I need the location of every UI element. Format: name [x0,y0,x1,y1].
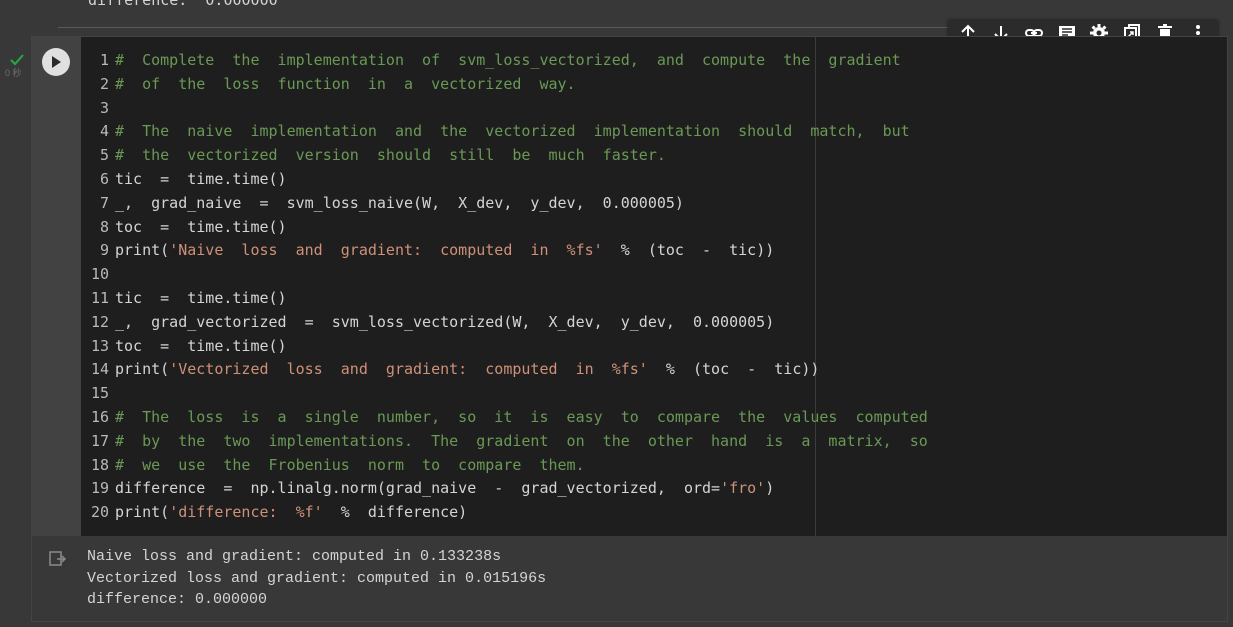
output-line: Naive loss and gradient: computed in 0.1… [87,548,502,565]
line-number: 9 [99,241,109,260]
cell-divider [58,27,950,28]
line-source: difference = np.linalg.norm(grad_naive -… [115,477,774,501]
line-source: # the vectorized version should still be… [115,144,666,168]
run-cell-button[interactable] [42,48,70,76]
line-number: 2 [99,74,109,93]
output-line: Vectorized loss and gradient: computed i… [87,569,547,587]
line-source: tic = time.time() [115,287,287,311]
code-lines: 1 # Complete the implementation of svm_lo… [81,49,928,525]
code-token: _, grad_vectorized = svm_loss_vectorized… [115,312,775,331]
code-editor[interactable]: 1 # Complete the implementation of svm_lo… [81,37,1227,536]
line-number: 20 [90,503,109,522]
code-token: print( [115,360,170,379]
line-source: tic = time.time() [115,168,287,192]
code-line: 12 _, grad_vectorized = svm_loss_vectoriz… [81,311,928,335]
code-token: # Complete the implementation of svm_los… [115,51,901,69]
code-token: % difference) [322,503,468,522]
previous-output-text: difference: 0.000000 [88,0,278,9]
code-line: 18 # we use the Frobenius norm to compare… [81,454,928,478]
code-cell[interactable]: 1 # Complete the implementation of svm_lo… [31,36,1228,622]
code-token: # we use the Frobenius norm to compare t… [115,455,585,474]
line-source: print('Vectorized loss and gradient: com… [115,358,819,382]
code-token: toc = time.time() [115,336,287,355]
code-line: 19 difference = np.linalg.norm(grad_naive… [81,477,928,501]
code-line: 6 tic = time.time() [81,168,928,192]
code-line: 15 [81,382,928,406]
code-line: 17 # by the two implementations. The grad… [81,430,928,454]
code-token: toc = time.time() [115,217,287,236]
execution-time: 0 秒 [5,68,22,78]
line-number: 18 [90,455,109,474]
code-token: tic = time.time() [115,169,287,188]
code-line: 1 # Complete the implementation of svm_lo… [81,49,928,73]
line-source: toc = time.time() [115,216,287,240]
line-source: # Complete the implementation of svm_los… [115,49,901,73]
line-source: # we use the Frobenius norm to compare t… [115,454,585,478]
line-number: 5 [99,146,109,165]
code-token: % (toc - tic)) [647,360,820,379]
line-number: 4 [99,122,109,141]
line-number: 6 [99,169,109,188]
line-number: 12 [90,312,109,331]
line-number: 3 [99,98,109,117]
cell-gutter [32,37,81,536]
line-number: 19 [90,479,109,498]
code-token: ) [765,479,775,498]
code-token: 'difference: %f' [169,503,323,522]
code-token: 'fro' [720,479,766,498]
code-line: 8 toc = time.time() [81,216,928,240]
code-token: print( [115,503,170,522]
line-number: 10 [90,265,109,284]
code-line: 4 # The naive implementation and the vect… [81,120,928,144]
code-line: 9 print('Naive loss and gradient: compute… [81,239,928,263]
line-number: 7 [99,193,109,212]
code-token: # the vectorized version should still be… [115,146,666,165]
code-token: % (toc - tic)) [602,241,775,260]
line-source: # The naive implementation and the vecto… [115,120,910,144]
output-line: difference: 0.000000 [87,591,268,608]
play-icon [52,56,61,68]
code-token: # The naive implementation and the vecto… [115,122,910,141]
code-line: 20 print('difference: %f' % difference) [81,501,928,525]
code-token: # by the two implementations. The gradie… [115,431,928,450]
line-number: 8 [99,217,109,236]
line-source: # The loss is a single number, so it is … [115,406,928,430]
cell-output: Naive loss and gradient: computed in 0.1… [32,536,1227,621]
code-token: _, grad_naive = svm_loss_naive(W, X_dev,… [115,193,684,212]
code-token: print( [115,241,170,260]
code-line: 14 print('Vectorized loss and gradient: c… [81,358,928,382]
code-token: 'Naive loss and gradient: computed in %f… [169,241,603,260]
code-line: 11 tic = time.time() [81,287,928,311]
code-line: 10 [81,263,928,287]
code-line: 7 _, grad_naive = svm_loss_naive(W, X_dev… [81,192,928,216]
line-number: 11 [90,288,109,307]
line-source: print('Naive loss and gradient: computed… [115,239,774,263]
code-token: 'Vectorized loss and gradient: computed … [169,360,648,379]
line-number: 15 [90,384,109,403]
code-line: 3 [81,97,928,121]
line-source: _, grad_naive = svm_loss_naive(W, X_dev,… [115,192,684,216]
line-number: 13 [90,336,109,355]
code-line: 13 toc = time.time() [81,335,928,359]
code-line: 16 # The loss is a single number, so it i… [81,406,928,430]
code-token: tic = time.time() [115,288,287,307]
output-toggle-icon[interactable] [48,550,67,572]
line-source: # of the loss function in a vectorized w… [115,73,576,97]
code-token: # The loss is a single number, so it is … [115,407,928,426]
line-number: 1 [99,51,109,69]
code-token: # of the loss function in a vectorized w… [115,74,576,93]
line-source: toc = time.time() [115,335,287,359]
line-source: _, grad_vectorized = svm_loss_vectorized… [115,311,774,335]
output-text: Naive loss and gradient: computed in 0.1… [87,546,546,611]
line-number: 16 [90,407,109,426]
code-line: 2 # of the loss function in a vectorized … [81,73,928,97]
line-source: print('difference: %f' % difference) [115,501,467,525]
line-source: # by the two implementations. The gradie… [115,430,928,454]
code-token: difference = np.linalg.norm(grad_naive -… [115,479,721,498]
line-number: 14 [90,360,109,379]
code-line: 5 # the vectorized version should still b… [81,144,928,168]
line-number: 17 [90,431,109,450]
